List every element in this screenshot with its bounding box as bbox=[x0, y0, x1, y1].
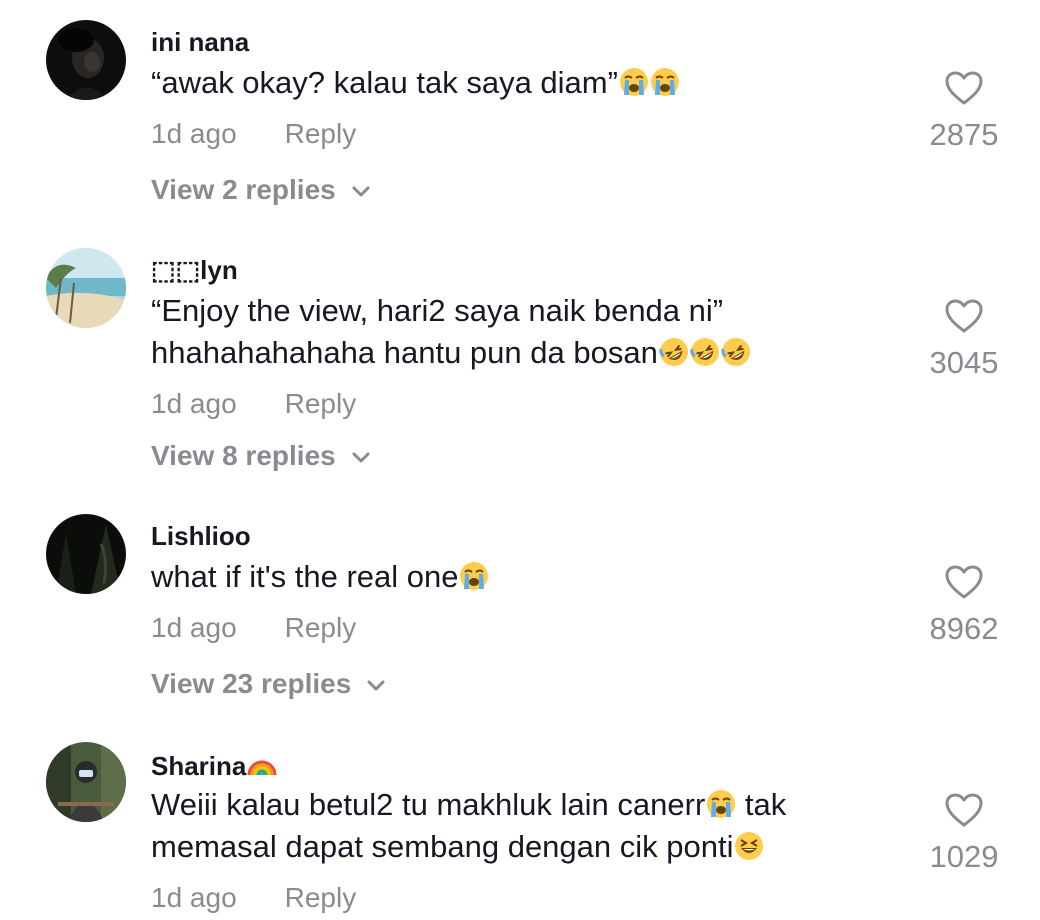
like-control: 1029 bbox=[900, 792, 1028, 874]
avatar[interactable] bbox=[46, 248, 126, 328]
chevron-down-icon bbox=[350, 185, 372, 199]
username[interactable]: ⬚⬚lyn bbox=[151, 255, 238, 285]
view-replies-label: View 2 replies bbox=[151, 174, 336, 205]
reply-button[interactable]: Reply bbox=[285, 388, 357, 419]
person-outdoor-avatar bbox=[46, 742, 126, 822]
comment-text-line-tail: tak bbox=[736, 787, 787, 822]
comment-time: 1d ago bbox=[151, 612, 237, 643]
avatar[interactable] bbox=[46, 514, 126, 594]
heart-outline-icon[interactable] bbox=[944, 564, 984, 600]
comment-text: Weiii kalau betul2 tu makhluk lain caner… bbox=[151, 784, 871, 868]
reply-button[interactable]: Reply bbox=[285, 118, 357, 149]
chevron-down-icon bbox=[350, 451, 372, 465]
view-replies-button[interactable]: View 8 replies bbox=[151, 440, 372, 472]
loudly-crying-emoji bbox=[706, 789, 736, 819]
comment-text-line-2: memasal dapat sembang dengan cik ponti bbox=[151, 826, 871, 868]
heart-outline-icon[interactable] bbox=[944, 298, 984, 334]
view-replies-label: View 8 replies bbox=[151, 440, 336, 471]
dark-portrait-avatar bbox=[46, 20, 126, 100]
like-control: 2875 bbox=[900, 70, 1028, 152]
like-count: 1029 bbox=[929, 839, 999, 874]
username[interactable]: Sharina bbox=[151, 749, 277, 781]
like-control: 8962 bbox=[900, 564, 1028, 646]
beach-avatar bbox=[46, 248, 126, 328]
like-count: 3045 bbox=[929, 345, 999, 380]
view-replies-button[interactable]: View 23 replies bbox=[151, 668, 387, 700]
like-count: 8962 bbox=[929, 611, 999, 646]
username[interactable]: Lishlioo bbox=[151, 521, 251, 551]
loudly-crying-emoji bbox=[650, 67, 680, 97]
username[interactable]: ini nana bbox=[151, 27, 249, 57]
comment-meta: 1d ago Reply bbox=[151, 388, 356, 420]
view-replies-button[interactable]: View 2 replies bbox=[151, 174, 372, 206]
comment-text: what if it's the real one bbox=[151, 556, 871, 598]
comment-text-line-2: hhahahahahaha hantu pun da bosan bbox=[151, 332, 871, 374]
dark-forest-avatar bbox=[46, 514, 126, 594]
comment-meta: 1d ago Reply bbox=[151, 882, 356, 914]
loudly-crying-emoji bbox=[619, 67, 649, 97]
avatar[interactable] bbox=[46, 742, 126, 822]
comment-time: 1d ago bbox=[151, 388, 237, 419]
grinning-squinting-emoji bbox=[734, 831, 764, 861]
rolling-laughing-emoji bbox=[721, 337, 751, 367]
loudly-crying-emoji bbox=[459, 561, 489, 591]
comment-text-line-body: hhahahahahaha hantu pun da bosan bbox=[151, 335, 658, 370]
comment-time: 1d ago bbox=[151, 118, 237, 149]
avatar[interactable] bbox=[46, 20, 126, 100]
reply-button[interactable]: Reply bbox=[285, 612, 357, 643]
comment-text-line-body: Weiii kalau betul2 tu makhluk lain caner… bbox=[151, 787, 706, 822]
rolling-laughing-emoji bbox=[690, 337, 720, 367]
comment-text-line: Weiii kalau betul2 tu makhluk lain caner… bbox=[151, 784, 871, 826]
comment-text-line: “Enjoy the view, hari2 saya naik benda n… bbox=[151, 293, 724, 328]
heart-outline-icon[interactable] bbox=[944, 70, 984, 106]
comment-meta: 1d ago Reply bbox=[151, 612, 356, 644]
rolling-laughing-emoji bbox=[659, 337, 689, 367]
comment-text-body: what if it's the real one bbox=[151, 559, 459, 594]
username-text: Sharina bbox=[151, 751, 247, 781]
rainbow-emoji bbox=[247, 749, 277, 779]
heart-outline-icon[interactable] bbox=[944, 792, 984, 828]
like-count: 2875 bbox=[929, 117, 999, 152]
reply-button[interactable]: Reply bbox=[285, 882, 357, 913]
view-replies-label: View 23 replies bbox=[151, 668, 352, 699]
comment-text-line-body: memasal dapat sembang dengan cik ponti bbox=[151, 829, 734, 864]
comment-text: “awak okay? kalau tak saya diam” bbox=[151, 62, 871, 104]
comment-time: 1d ago bbox=[151, 882, 237, 913]
chevron-down-icon bbox=[365, 679, 387, 693]
comment-text: “Enjoy the view, hari2 saya naik benda n… bbox=[151, 290, 871, 374]
comment-meta: 1d ago Reply bbox=[151, 118, 356, 150]
like-control: 3045 bbox=[900, 298, 1028, 380]
comment-text-body: “awak okay? kalau tak saya diam” bbox=[151, 65, 618, 100]
